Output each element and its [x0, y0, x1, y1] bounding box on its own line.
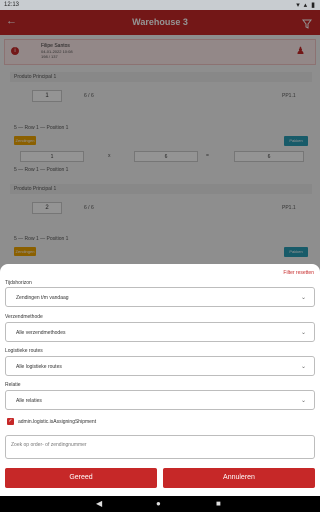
clock: 12:13	[4, 2, 20, 8]
relation-value: Alle relaties	[16, 398, 42, 404]
relation-select[interactable]: Alle relaties ⌄	[5, 390, 315, 410]
done-button[interactable]: Gereed	[5, 468, 157, 488]
system-nav-bar: ◀ ● ■	[0, 496, 320, 512]
search-field[interactable]	[5, 435, 315, 459]
chevron-down-icon: ⌄	[300, 330, 306, 336]
chevron-down-icon: ⌄	[300, 295, 306, 301]
system-icons: ▾ ▴ ▮	[296, 2, 316, 9]
back-nav-icon[interactable]: ◀	[96, 499, 102, 508]
chevron-down-icon: ⌄	[300, 364, 306, 370]
shipping-method-value: Alle verzendmethodes	[16, 330, 66, 336]
time-horizon-select[interactable]: Zendingen t/m vandaag ⌄	[5, 287, 315, 307]
status-bar: 12:13 ▾ ▴ ▮	[0, 0, 320, 10]
assigning-shipment-checkbox[interactable]: ✓	[7, 418, 14, 425]
shipping-method-select[interactable]: Alle verzendmethodes ⌄	[5, 322, 315, 342]
shipping-method-label: Verzendmethode	[5, 314, 43, 320]
reset-filter-link[interactable]: Filter resetten	[283, 270, 314, 276]
assigning-shipment-label: admin.logistic.isAssigningShipment	[18, 419, 97, 425]
home-nav-icon[interactable]: ●	[156, 499, 161, 508]
logistic-routes-value: Alle logistieke routes	[16, 364, 62, 370]
filter-sheet: Filter resetten Tijdshorizon Zendingen t…	[0, 264, 320, 496]
recents-nav-icon[interactable]: ■	[216, 499, 221, 508]
logistic-routes-select[interactable]: Alle logistieke routes ⌄	[5, 356, 315, 376]
search-input[interactable]	[11, 442, 307, 448]
time-horizon-value: Zendingen t/m vandaag	[16, 295, 69, 301]
time-horizon-label: Tijdshorizon	[5, 280, 32, 286]
relation-label: Relatie	[5, 382, 21, 388]
chevron-down-icon: ⌄	[300, 398, 306, 404]
logistic-routes-label: Logistieke routes	[5, 348, 43, 354]
cancel-button[interactable]: Annuleren	[163, 468, 315, 488]
